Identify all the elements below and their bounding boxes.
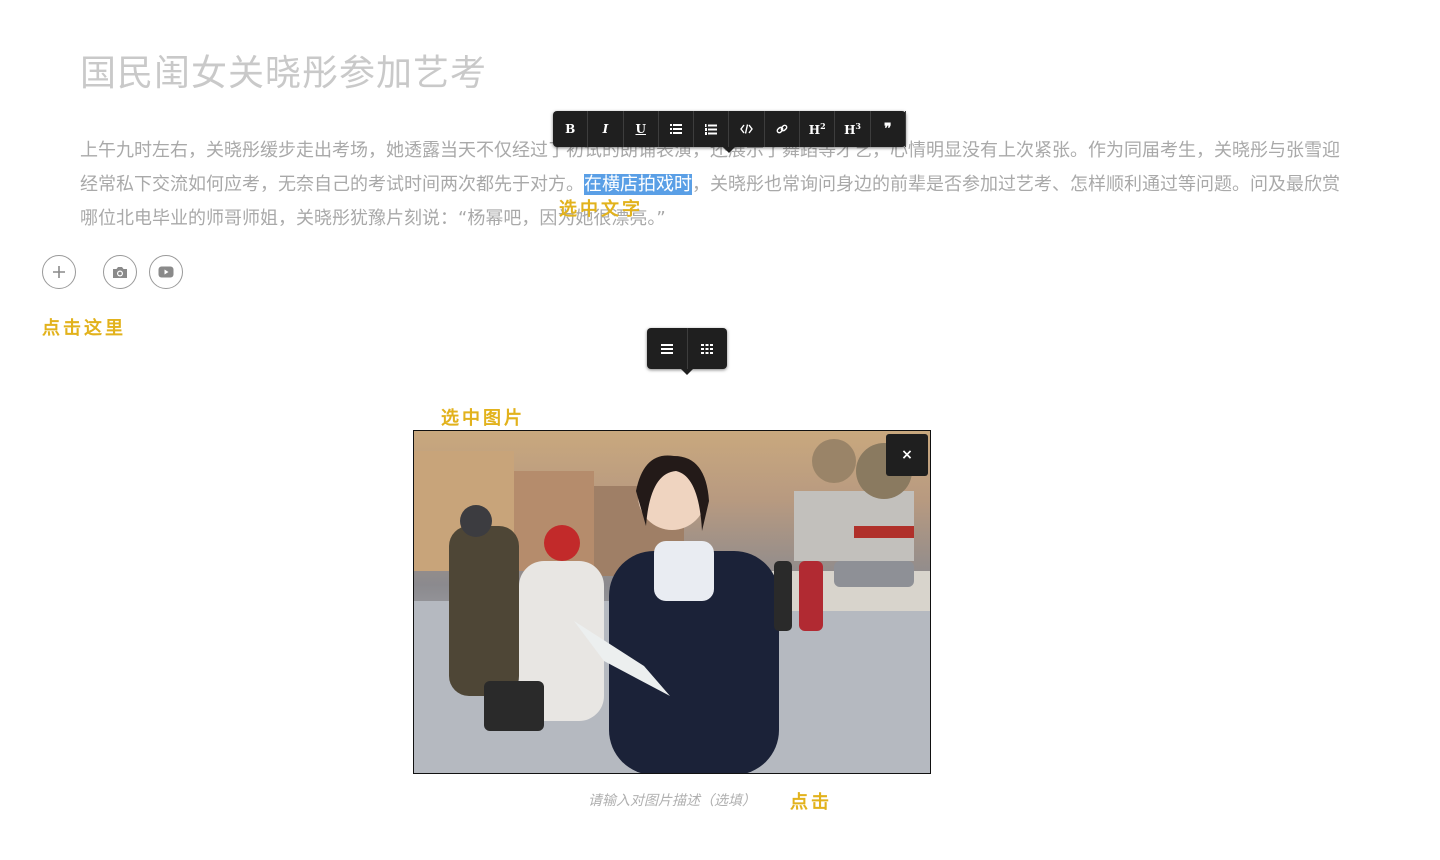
toolbar-pointer	[723, 147, 735, 153]
image-grid-button[interactable]	[688, 328, 728, 369]
image-toolbar-pointer	[681, 369, 693, 375]
insert-image-button[interactable]	[103, 255, 137, 289]
close-icon: ×	[901, 447, 913, 463]
h2-button[interactable]: H2	[800, 111, 836, 147]
underline-button[interactable]: U	[624, 111, 659, 147]
annotation-click: 点击	[790, 792, 832, 813]
selected-text[interactable]: 在横店拍戏时	[584, 174, 692, 195]
article-title[interactable]: 国民闺女关晓彤参加艺考	[80, 44, 487, 96]
annotation-select-text: 选中文字	[559, 199, 643, 220]
ordered-list-button[interactable]	[694, 111, 730, 147]
bold-icon: B	[565, 122, 576, 136]
image-caption-input[interactable]	[540, 788, 804, 814]
h2-icon: H2	[808, 121, 826, 137]
unordered-list-button[interactable]	[659, 111, 695, 147]
h3-button[interactable]: H3	[835, 111, 871, 147]
align-justify-icon	[660, 343, 673, 354]
article-paragraph[interactable]: 上午九时左右，关晓彤缓步走出考场，她透露当天不仅经过了初试的朗诵表演，还展示了舞…	[80, 134, 1355, 236]
remove-image-button[interactable]: ×	[886, 434, 928, 476]
camera-icon	[113, 266, 127, 278]
underline-icon: U	[635, 122, 646, 136]
video-icon	[158, 266, 174, 278]
annotation-click-here: 点击这里	[42, 318, 126, 339]
plus-icon	[53, 266, 65, 278]
quote-icon: ❞	[884, 121, 892, 137]
image-full-width-button[interactable]	[647, 328, 688, 369]
link-icon	[776, 124, 788, 134]
text-format-toolbar: B I U H2 H3 ❞	[553, 111, 906, 153]
unordered-list-icon	[670, 124, 683, 134]
image-toolbar	[647, 328, 728, 375]
italic-icon: I	[602, 122, 609, 136]
h3-icon: H3	[844, 121, 861, 137]
quote-button[interactable]: ❞	[871, 111, 906, 147]
italic-button[interactable]: I	[588, 111, 624, 147]
grid-icon	[701, 343, 714, 354]
annotation-select-image: 选中图片	[441, 408, 525, 429]
ordered-list-icon	[705, 123, 718, 135]
code-button[interactable]	[729, 111, 765, 147]
article-photo[interactable]	[413, 430, 931, 774]
code-icon	[740, 124, 753, 134]
insert-plus-button[interactable]	[42, 255, 76, 289]
link-button[interactable]	[765, 111, 801, 147]
bold-button[interactable]: B	[553, 111, 589, 147]
photo-illustration	[414, 439, 930, 773]
insert-video-button[interactable]	[149, 255, 183, 289]
